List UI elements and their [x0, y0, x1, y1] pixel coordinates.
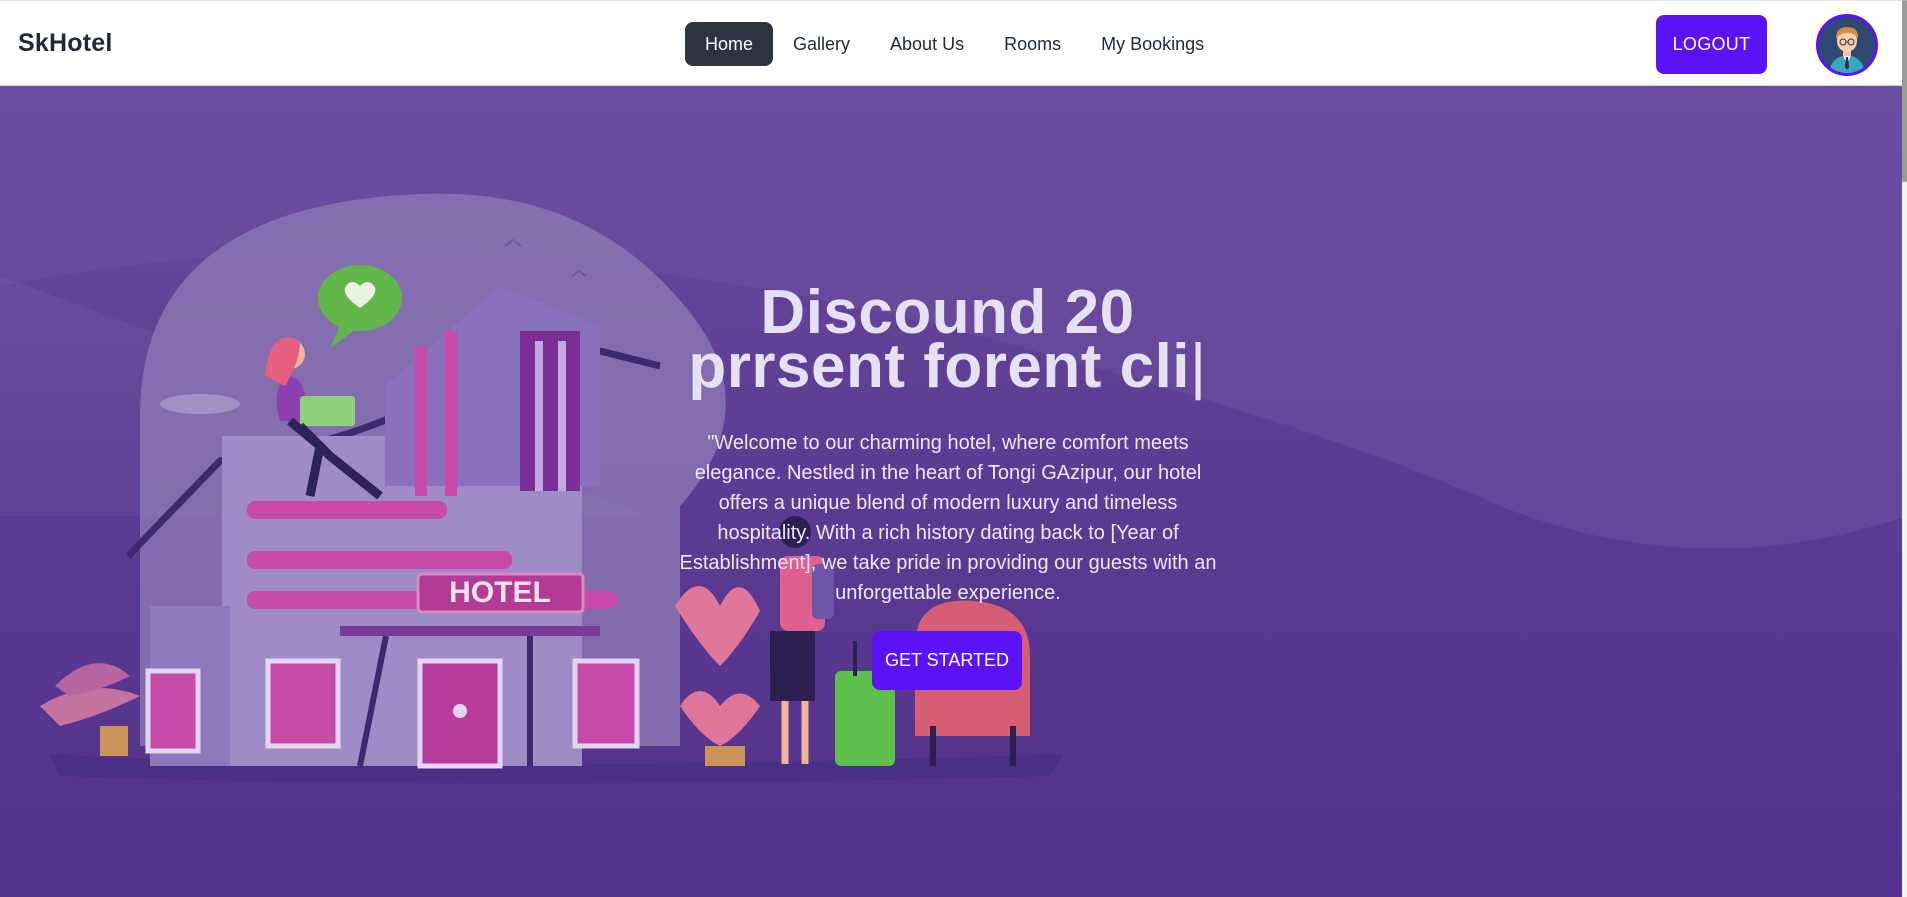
hero-title-line2: prrsent forent cli: [688, 332, 1191, 401]
get-started-button[interactable]: GET STARTED: [872, 631, 1022, 690]
hero-description: "Welcome to our charming hotel, where co…: [679, 432, 1217, 604]
nav-item-about-us[interactable]: About Us: [870, 22, 984, 66]
logout-button[interactable]: LOGOUT: [1656, 15, 1767, 74]
hero-title: Discound 20 prrsent forent cli|: [560, 282, 1335, 398]
nav-item-gallery[interactable]: Gallery: [773, 22, 870, 66]
nav-item-rooms[interactable]: Rooms: [984, 22, 1081, 66]
scrollbar-thumb[interactable]: [1902, 0, 1907, 182]
user-avatar-icon[interactable]: [1816, 14, 1878, 76]
nav-item-my-bookings[interactable]: My Bookings: [1081, 22, 1224, 66]
main-nav: Home Gallery About Us Rooms My Bookings: [685, 22, 1224, 66]
page-scrollbar[interactable]: [1902, 0, 1907, 897]
nav-item-home[interactable]: Home: [685, 22, 774, 66]
top-navbar: SkHotel Home Gallery About Us Rooms My B…: [0, 0, 1907, 86]
brand-logo[interactable]: SkHotel: [18, 29, 112, 58]
hero-section: HOTEL Discound 20 prrsent forent cli| "W…: [0, 86, 1907, 897]
hotel-sign-text: HOTEL: [449, 576, 551, 609]
typing-caret: |: [1190, 332, 1207, 401]
